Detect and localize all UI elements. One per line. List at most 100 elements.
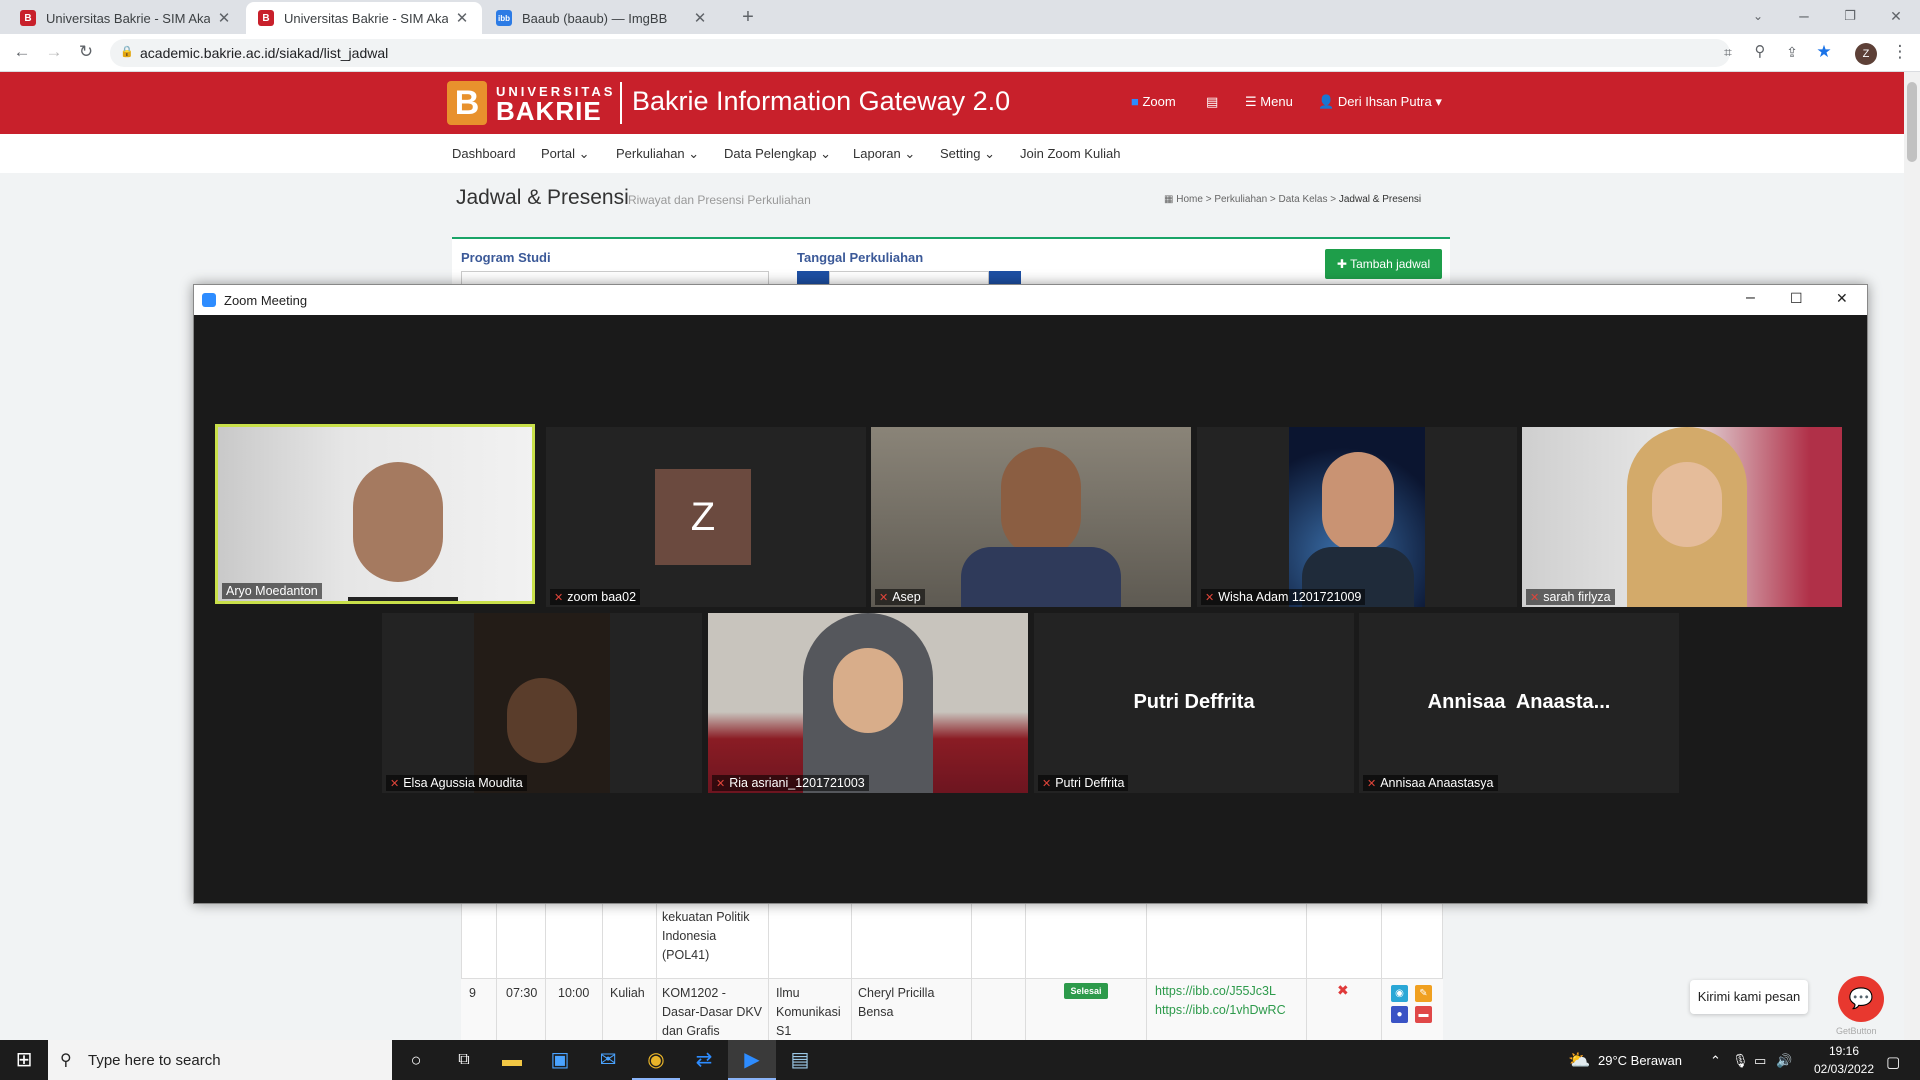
zoom-meeting-window: Zoom Meeting – ☐ ✕ Aryo Moedanton Z ✕ zoo… (193, 284, 1868, 904)
add-schedule-button[interactable]: ✚ Tambah jadwal (1325, 249, 1442, 279)
breadcrumb: ▦ Home > Perkuliahan > Data Kelas > Jadw… (1164, 194, 1422, 205)
user-dropdown[interactable]: 👤 Deri Ihsan Putra ▾ (1318, 94, 1442, 110)
browser-tab-2[interactable]: B Universitas Bakrie - SIM Akadem ✕ (246, 2, 482, 34)
browser-tab-3[interactable]: ibb Baaub (baaub) — ImgBB ✕ (484, 2, 720, 34)
menu-link[interactable]: ☰ Menu (1245, 94, 1293, 110)
teamviewer-icon[interactable]: ⇄ (680, 1040, 728, 1080)
breadcrumb-home[interactable]: Home (1176, 194, 1203, 205)
menu-perkuliahan[interactable]: Perkuliahan ⌄ (616, 146, 699, 162)
restore-icon[interactable]: ❐ (1838, 4, 1862, 28)
evidence-link[interactable]: https://ibb.co/J55Jc3L (1155, 984, 1276, 998)
app-title: Bakrie Information Gateway 2.0 (632, 86, 1011, 116)
address-bar[interactable]: 🔒 academic.bakrie.ac.id/siakad/list_jadw… (110, 39, 1730, 67)
menu-data-pelengkap[interactable]: Data Pelengkap ⌄ (724, 146, 831, 162)
weather-text[interactable]: 29°C Berawan (1598, 1053, 1682, 1068)
minimize-icon[interactable]: – (1746, 289, 1755, 307)
close-icon[interactable]: ✕ (692, 9, 708, 27)
status-badge: Selesai (1064, 983, 1108, 999)
zoom-titlebar: Zoom Meeting – ☐ ✕ (194, 285, 1867, 315)
end-time: 10:00 (558, 986, 590, 1000)
microphone-icon[interactable]: 🎙 (1732, 1053, 1749, 1069)
zoom-window-title: Zoom Meeting (224, 293, 308, 308)
share-icon[interactable]: ⇪ (1780, 40, 1804, 64)
user-icon: 👤 (1318, 94, 1335, 109)
task-view-icon[interactable]: ⧉ (440, 1040, 488, 1080)
profile-avatar[interactable]: Z (1855, 43, 1877, 65)
user-icon[interactable]: ● (1391, 1006, 1408, 1023)
chevron-up-icon[interactable]: ⌃ (1710, 1053, 1721, 1069)
table-row (461, 978, 1443, 1040)
menu-label: Setting (940, 146, 981, 161)
participant-tile[interactable]: ✕ Wisha Adam 1201721009 (1197, 427, 1517, 607)
edit-icon[interactable]: ✎ (1415, 985, 1432, 1002)
participant-tile[interactable]: Putri Deffrita ✕ Putri Deffrita (1034, 613, 1354, 793)
browser-tab-1[interactable]: B Universitas Bakrie - SIM Akadem ✕ (8, 2, 244, 34)
network-icon[interactable]: ▭ (1754, 1053, 1766, 1069)
participant-tile[interactable]: ✕ Elsa Agussia Moudita (382, 613, 702, 793)
muted-mic-icon: ✕ (1042, 778, 1052, 790)
file-explorer-icon[interactable]: ▬ (488, 1040, 536, 1080)
taskbar-search[interactable]: ⚲ Type here to search (48, 1040, 392, 1080)
evidence-link[interactable]: https://ibb.co/1vhDwRC (1155, 1003, 1286, 1017)
chrome-icon[interactable]: ◉ (632, 1040, 680, 1080)
page-scrollbar[interactable] (1904, 72, 1920, 1040)
zoom-app-icon[interactable]: ▶ (728, 1040, 776, 1080)
clock-time[interactable]: 19:16 (1814, 1044, 1874, 1058)
view-icon[interactable]: ◉ (1391, 985, 1408, 1002)
store-icon[interactable]: ▣ (536, 1040, 584, 1080)
notes-icon[interactable]: ▤ (776, 1040, 824, 1080)
muted-mic-icon: ✕ (716, 778, 726, 790)
translate-icon[interactable]: ⌗ (1716, 40, 1740, 64)
participant-name: Elsa Agussia Moudita (403, 776, 523, 790)
menu-join-zoom[interactable]: Join Zoom Kuliah (1020, 146, 1120, 161)
close-icon[interactable]: ✕ (1836, 290, 1848, 307)
back-icon[interactable]: ← (10, 40, 34, 64)
tab-search-icon[interactable]: ⌄ (1746, 4, 1770, 28)
participant-label: ✕ Wisha Adam 1201721009 (1201, 589, 1366, 605)
person-silhouette (1322, 452, 1394, 552)
menu-setting[interactable]: Setting ⌄ (940, 146, 995, 162)
participant-tile[interactable]: ✕ Ria asriani_1201721003 (708, 613, 1028, 793)
menu-laporan[interactable]: Laporan ⌄ (853, 146, 915, 162)
kebab-menu-icon[interactable]: ⋮ (1888, 40, 1912, 64)
participant-tile[interactable]: Annisaa Anaasta... ✕ Annisaa Anaastasya (1359, 613, 1679, 793)
delete-icon[interactable]: ▬ (1415, 1006, 1432, 1023)
document-icon[interactable]: ▤ (1206, 94, 1218, 110)
bookmark-star-icon[interactable]: ★ (1812, 40, 1836, 64)
participant-tile[interactable]: ✕ sarah firlyza (1522, 427, 1842, 607)
close-icon[interactable]: ✕ (454, 9, 470, 27)
face-silhouette (1652, 462, 1722, 547)
reload-icon[interactable]: ↻ (74, 40, 98, 64)
program-label: Program Studi (461, 250, 551, 265)
participant-label: ✕ Ria asriani_1201721003 (712, 775, 869, 791)
clock-date[interactable]: 02/03/2022 (1808, 1062, 1880, 1076)
minimize-icon[interactable]: – (1792, 4, 1816, 28)
menu-dashboard[interactable]: Dashboard (452, 146, 516, 161)
new-tab-icon[interactable]: + (736, 5, 760, 29)
mail-icon[interactable]: ✉ (584, 1040, 632, 1080)
zoom-link[interactable]: ■ Zoom (1131, 94, 1176, 109)
bakrie-logo-icon: B (447, 81, 487, 125)
zoom-lens-icon[interactable]: ⚲ (1748, 40, 1772, 64)
close-window-icon[interactable]: ✕ (1884, 4, 1908, 28)
participant-name: zoom baa02 (567, 590, 637, 604)
breadcrumb-perkuliahan[interactable]: Perkuliahan (1214, 194, 1267, 205)
chat-prompt[interactable]: Kirimi kami pesan (1690, 980, 1808, 1014)
chat-bubble-icon[interactable]: 💬 (1838, 976, 1884, 1022)
close-icon[interactable]: ✕ (216, 9, 232, 27)
windows-start-icon[interactable]: ⊞ (0, 1040, 48, 1080)
participant-label: ✕ Putri Deffrita (1038, 775, 1129, 791)
forward-icon[interactable]: → (42, 40, 66, 64)
breadcrumb-data-kelas[interactable]: Data Kelas (1279, 194, 1328, 205)
cortana-icon[interactable]: ○ (392, 1040, 440, 1080)
participant-tile[interactable]: ✕ Asep (871, 427, 1191, 607)
volume-icon[interactable]: 🔊 (1776, 1053, 1792, 1069)
notification-icon[interactable]: ▢ (1886, 1053, 1900, 1071)
program-line: Ilmu (776, 986, 800, 1000)
scrollbar-thumb[interactable] (1907, 82, 1917, 162)
participant-name: sarah firlyza (1543, 590, 1611, 604)
participant-tile[interactable]: Aryo Moedanton (215, 424, 535, 604)
menu-portal[interactable]: Portal ⌄ (541, 146, 590, 162)
participant-tile[interactable]: Z ✕ zoom baa02 (546, 427, 866, 607)
maximize-icon[interactable]: ☐ (1790, 290, 1803, 307)
